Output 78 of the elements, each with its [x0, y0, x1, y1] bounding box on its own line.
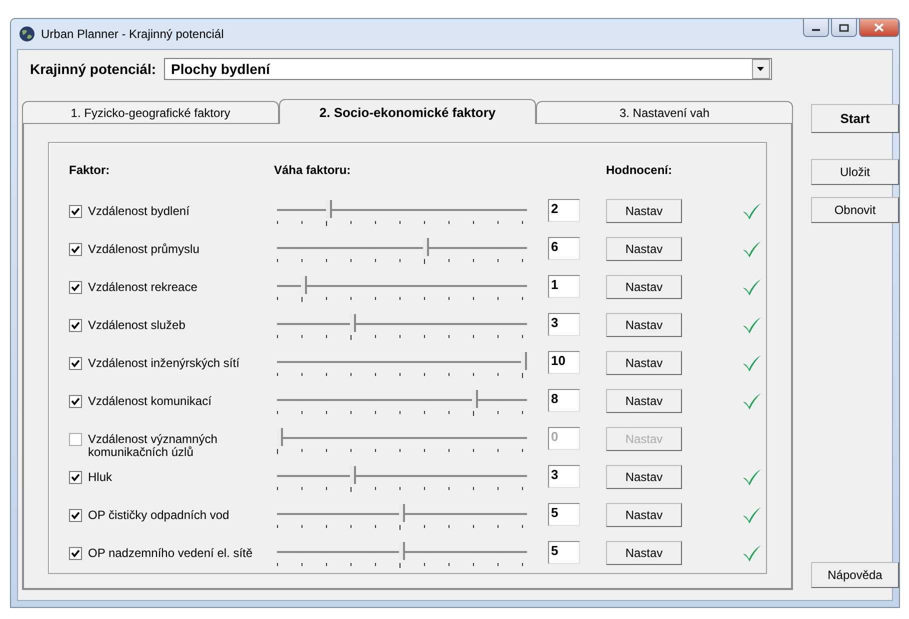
- weight-slider[interactable]: [277, 389, 527, 411]
- slider-thumb[interactable]: [521, 352, 527, 370]
- checkbox[interactable]: [69, 471, 82, 484]
- factor-label: Hluk: [88, 471, 114, 484]
- set-button[interactable]: Nastav: [606, 237, 682, 261]
- potential-dropdown[interactable]: Plochy bydlení: [164, 58, 772, 80]
- window-title: Urban Planner - Krajinný potenciál: [41, 27, 224, 41]
- factor-label: Vzdálenost průmyslu: [88, 243, 200, 256]
- weight-slider[interactable]: [277, 465, 527, 487]
- weight-value-field[interactable]: 6: [548, 237, 580, 260]
- checkbox[interactable]: [69, 281, 82, 294]
- tab[interactable]: 2. Socio-ekonomické faktory: [279, 99, 536, 124]
- checkbox[interactable]: [69, 205, 82, 218]
- weight-slider[interactable]: [277, 351, 527, 373]
- weight-value-field[interactable]: 2: [548, 199, 580, 222]
- slider-thumb[interactable]: [326, 200, 332, 218]
- factor-label: Vzdálenost komunikací: [88, 395, 212, 408]
- slider-thumb[interactable]: [350, 314, 356, 332]
- weight-value-field[interactable]: 5: [548, 503, 580, 526]
- set-button[interactable]: Nastav: [606, 351, 682, 375]
- maximize-icon: [839, 24, 849, 32]
- weight-value-field[interactable]: 8: [548, 389, 580, 412]
- slider-thumb[interactable]: [472, 390, 478, 408]
- globe-icon: [19, 26, 35, 42]
- factor-label: Vzdálenost rekreace: [88, 281, 198, 294]
- tab[interactable]: 3. Nastavení vah: [536, 101, 793, 123]
- slider-thumb[interactable]: [423, 238, 430, 256]
- save-button[interactable]: Uložit: [811, 159, 899, 185]
- slider-thumb[interactable]: [277, 428, 283, 446]
- weight-slider[interactable]: [277, 275, 527, 297]
- weight-slider[interactable]: [277, 541, 527, 563]
- factor-label: Vzdálenost inženýrských sítí: [88, 357, 240, 370]
- column-header: Hodnocení:: [606, 163, 673, 177]
- checkbox[interactable]: [69, 357, 82, 370]
- set-button[interactable]: Nastav: [606, 313, 682, 337]
- factor-label: OP čističky odpadních vod: [88, 509, 230, 522]
- weight-slider[interactable]: [277, 427, 527, 449]
- set-button[interactable]: Nastav: [606, 541, 682, 565]
- set-button[interactable]: Nastav: [606, 503, 682, 527]
- help-button[interactable]: Nápověda: [811, 562, 899, 588]
- minimize-button[interactable]: [803, 19, 829, 37]
- set-button[interactable]: Nastav: [606, 199, 682, 223]
- weight-value-field[interactable]: 10: [548, 351, 580, 374]
- close-button[interactable]: [859, 19, 899, 37]
- factor-label: Vzdálenost významných komunikačních úzlů: [88, 433, 218, 459]
- refresh-button[interactable]: Obnovit: [811, 197, 899, 223]
- slider-thumb[interactable]: [399, 504, 405, 522]
- checkbox[interactable]: [69, 395, 82, 408]
- potential-label: Krajinný potenciál:: [30, 61, 156, 77]
- column-header: Faktor:: [69, 163, 111, 177]
- maximize-button[interactable]: [831, 19, 857, 37]
- dropdown-arrow-icon: [757, 66, 766, 72]
- checkbox[interactable]: [69, 319, 82, 332]
- weight-slider[interactable]: [277, 503, 527, 525]
- set-button[interactable]: Nastav: [606, 275, 682, 299]
- checkbox[interactable]: [69, 433, 82, 446]
- weight-slider[interactable]: [277, 313, 527, 335]
- slider-thumb[interactable]: [301, 276, 308, 294]
- close-icon: [874, 23, 884, 32]
- weight-slider[interactable]: [277, 199, 527, 221]
- weight-slider[interactable]: [277, 237, 527, 259]
- tab[interactable]: 1. Fyzicko-geografické faktory: [22, 101, 279, 123]
- checkbox[interactable]: [69, 547, 82, 560]
- set-button[interactable]: Nastav: [606, 465, 682, 489]
- factor-label: Vzdálenost bydlení: [88, 205, 190, 218]
- start-button[interactable]: Start: [811, 104, 899, 133]
- column-header: Váha faktoru:: [274, 163, 352, 177]
- checkbox[interactable]: [69, 509, 82, 522]
- slider-thumb[interactable]: [350, 466, 356, 484]
- weight-value-field[interactable]: 3: [548, 313, 580, 336]
- weight-value-field[interactable]: 1: [548, 275, 580, 298]
- slider-thumb[interactable]: [399, 542, 405, 560]
- weight-value-field[interactable]: 3: [548, 465, 580, 488]
- factor-label: Vzdálenost služeb: [88, 319, 186, 332]
- checkbox[interactable]: [69, 243, 82, 256]
- weight-value-field[interactable]: 5: [548, 541, 580, 564]
- set-button[interactable]: Nastav: [606, 389, 682, 413]
- factor-label: OP nadzemního vedení el. sítě: [88, 547, 254, 560]
